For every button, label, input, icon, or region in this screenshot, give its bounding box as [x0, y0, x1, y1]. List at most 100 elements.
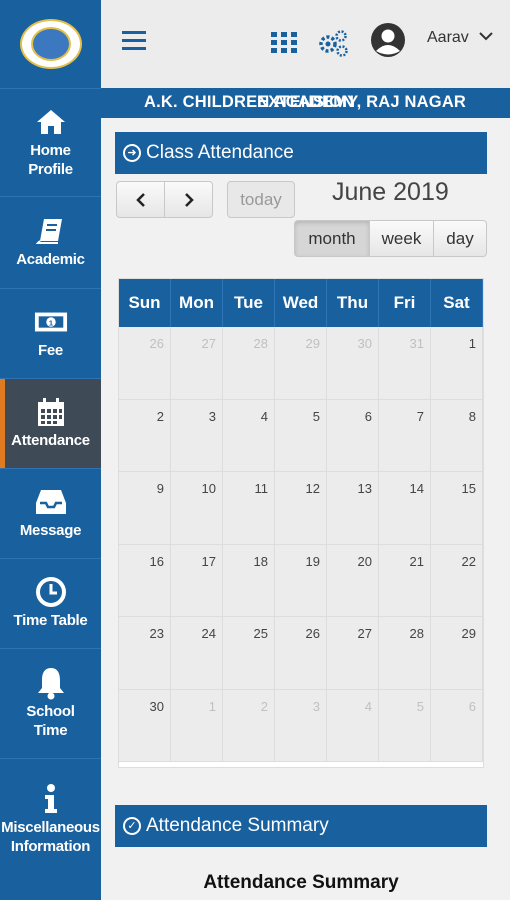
sidebar-item-6[interactable]: School Time [0, 648, 101, 758]
sidebar-item-label: Time Table [13, 612, 88, 629]
calendar-day-cell[interactable]: 12 [275, 472, 327, 545]
weekday-header-cell: Sun [119, 279, 171, 327]
calendar-day-cell[interactable]: 21 [379, 544, 431, 617]
calendar-body: 26 27 28 29 30 31 1 2 3 4 5 6 7 8 9 10 11 12 13 14 15 16 17 18 1… [119, 327, 483, 762]
calendar-day-cell[interactable]: 4 [327, 689, 379, 762]
prev-month-button[interactable] [116, 181, 165, 218]
class-attendance-title: Class Attendance [146, 142, 294, 163]
apps-grid-icon[interactable] [270, 30, 298, 56]
calendar-day-cell[interactable]: 22 [431, 544, 483, 617]
weekday-header-cell: Thu [327, 279, 379, 327]
day-view-button[interactable]: day [433, 220, 487, 257]
calendar-day-cell[interactable]: 14 [379, 472, 431, 545]
calendar-day-cell[interactable]: 3 [275, 689, 327, 762]
school-logo[interactable] [19, 19, 82, 69]
sidebar-nav: Home Profile Academic 1 Fee Attendance Message… [0, 88, 101, 880]
svg-text:1: 1 [48, 318, 52, 327]
sidebar-item-label: Profile [28, 160, 73, 178]
calendar-month-title: June 2019 [332, 178, 449, 206]
book-icon [34, 216, 68, 246]
calendar-day-cell[interactable]: 16 [119, 544, 171, 617]
calendar-day-cell[interactable]: 10 [171, 472, 223, 545]
sidebar-item-2[interactable]: 1 Fee [0, 288, 101, 378]
sidebar-item-label: Academic [16, 251, 85, 268]
calendar-day-cell[interactable]: 9 [119, 472, 171, 545]
calendar-week-row: 26 27 28 29 30 31 1 [119, 327, 483, 400]
calendar-week-row: 16 17 18 19 20 21 22 [119, 544, 483, 617]
calendar-day-cell[interactable]: 4 [223, 399, 275, 472]
user-avatar-icon[interactable] [370, 22, 406, 58]
calendar-day-cell[interactable]: 1 [431, 327, 483, 400]
check-circle-icon: ✓ [123, 817, 141, 835]
sidebar-item-label: Home [30, 141, 71, 159]
sidebar-item-label: Message [19, 522, 82, 539]
calendar-day-cell[interactable]: 31 [379, 327, 431, 400]
chevron-down-icon[interactable] [479, 28, 493, 44]
weekday-header-cell: Wed [275, 279, 327, 327]
calendar-day-cell[interactable]: 15 [431, 472, 483, 545]
sidebar-item-7[interactable]: Miscellaneous Information [0, 758, 101, 880]
calendar-day-cell[interactable]: 8 [431, 399, 483, 472]
calendar-day-cell[interactable]: 18 [223, 544, 275, 617]
calendar-icon [34, 397, 68, 427]
calendar-day-cell[interactable]: 30 [327, 327, 379, 400]
today-button[interactable]: today [227, 181, 295, 218]
calendar-day-cell[interactable]: 2 [119, 399, 171, 472]
class-attendance-header: ➜ Class Attendance [115, 132, 487, 174]
hamburger-menu-icon[interactable] [121, 28, 147, 52]
calendar-week-row: 30 1 2 3 4 5 6 [119, 689, 483, 762]
calendar-day-cell[interactable]: 26 [275, 617, 327, 690]
calendar-day-cell[interactable]: 6 [327, 399, 379, 472]
calendar-day-cell[interactable]: 26 [119, 327, 171, 400]
calendar-day-cell[interactable]: 19 [275, 544, 327, 617]
attendance-summary-heading: Attendance Summary [203, 872, 399, 893]
calendar-week-row: 23 24 25 26 27 28 29 [119, 617, 483, 690]
calendar-week-row: 2345678 [119, 399, 483, 472]
week-view-button[interactable]: week [369, 220, 434, 257]
calendar-week-row: 9 10 11 12 13 14 15 [119, 472, 483, 545]
calendar-day-cell[interactable]: 23 [119, 617, 171, 690]
calendar-day-cell[interactable]: 13 [327, 472, 379, 545]
sidebar: Home Profile Academic 1 Fee Attendance Message… [0, 0, 101, 900]
calendar-day-cell[interactable]: 17 [171, 544, 223, 617]
school-name-extension-text: EXTENSION [257, 93, 355, 111]
sidebar-item-0[interactable]: Home Profile [0, 88, 101, 196]
top-bar: Aarav [101, 0, 510, 88]
chevron-left-icon [135, 192, 145, 207]
calendar-day-cell[interactable]: 7 [379, 399, 431, 472]
weekday-header-cell: Sat [431, 279, 483, 327]
calendar-day-cell[interactable]: 1 [171, 689, 223, 762]
sidebar-item-3[interactable]: Attendance [0, 378, 101, 468]
calendar-day-cell[interactable]: 5 [275, 399, 327, 472]
calendar-day-cell[interactable]: 28 [223, 327, 275, 400]
weekday-header-cell: Fri [379, 279, 431, 327]
calendar-day-cell[interactable]: 3 [171, 399, 223, 472]
calendar-day-cell[interactable]: 2 [223, 689, 275, 762]
calendar-day-cell[interactable]: 5 [379, 689, 431, 762]
calendar-day-cell[interactable]: 28 [379, 617, 431, 690]
calendar-day-cell[interactable]: 24 [171, 617, 223, 690]
calendar-day-cell[interactable]: 27 [171, 327, 223, 400]
settings-gears-icon[interactable] [317, 28, 349, 58]
calendar-day-cell[interactable]: 29 [431, 617, 483, 690]
home-icon [34, 107, 68, 137]
attendance-summary-panel-title: Attendance Summary [146, 815, 329, 836]
next-month-button[interactable] [164, 181, 213, 218]
sidebar-item-5[interactable]: Time Table [0, 558, 101, 648]
bell-icon [34, 667, 68, 699]
clock-icon [34, 577, 68, 607]
username-label[interactable]: Aarav [427, 29, 469, 47]
month-view-button[interactable]: month [294, 220, 370, 257]
sidebar-item-4[interactable]: Message [0, 468, 101, 558]
sidebar-item-label: Fee [38, 342, 63, 359]
calendar-day-cell[interactable]: 27 [327, 617, 379, 690]
calendar-day-cell[interactable]: 20 [327, 544, 379, 617]
calendar-day-cell[interactable]: 30 [119, 689, 171, 762]
weekday-header-cell: Tue [223, 279, 275, 327]
sidebar-item-1[interactable]: Academic [0, 196, 101, 288]
calendar-day-cell[interactable]: 11 [223, 472, 275, 545]
calendar-day-cell[interactable]: 25 [223, 617, 275, 690]
sidebar-item-label: Miscellaneous [1, 818, 100, 836]
calendar-day-cell[interactable]: 29 [275, 327, 327, 400]
calendar-day-cell[interactable]: 6 [431, 689, 483, 762]
